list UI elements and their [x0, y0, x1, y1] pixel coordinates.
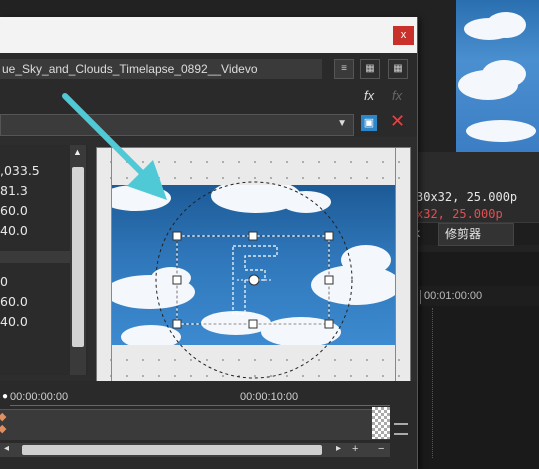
media-format-text-alt: x32, 25.000p	[416, 207, 503, 221]
ruler-baseline	[10, 405, 390, 406]
grid-icon: ▦	[365, 63, 375, 74]
param-value[interactable]: 40.0	[0, 312, 70, 332]
timeline-scrollbar[interactable]: ◂ ▸	[0, 443, 390, 457]
ruler-mid-time: 00:00:10:00	[240, 391, 299, 403]
video-thumbnail[interactable]	[456, 0, 539, 152]
keyframe-marker[interactable]: ◆	[0, 422, 6, 435]
param-value[interactable]: 40.0	[0, 221, 70, 241]
handle-bm	[248, 319, 258, 329]
ruler-time-label: 00:01:00:00	[424, 290, 483, 302]
grid-view-button[interactable]: ▦	[360, 59, 380, 79]
media-file-name: ue_Sky_and_Clouds_Timelapse_0892__Videvo	[0, 59, 322, 79]
save-preset-icon[interactable]: ▣	[361, 115, 377, 131]
keyframe-ruler[interactable]: ● 00:00:00:00 00:00:10:00	[0, 387, 390, 409]
list-icon: ≡	[341, 63, 347, 74]
track-menu-icon[interactable]	[394, 423, 408, 435]
param-group-header[interactable]	[0, 251, 70, 263]
callout-arrow-icon	[62, 93, 167, 200]
keyframe-track[interactable]: ◆ ◆	[0, 409, 390, 440]
file-row: ue_Sky_and_Clouds_Timelapse_0892__Videvo…	[0, 53, 417, 85]
scrollbar-thumb[interactable]	[22, 445, 322, 455]
pan-crop-dialog: x ue_Sky_and_Clouds_Timelapse_0892__Vide…	[0, 17, 418, 469]
handle-tl	[172, 231, 182, 241]
zoom-in-button[interactable]: +	[352, 443, 358, 455]
chevron-down-icon: ▼	[337, 118, 347, 129]
param-value[interactable]: 0	[0, 272, 70, 292]
scroll-left-icon[interactable]: ◂	[4, 443, 9, 454]
close-button[interactable]: x	[393, 26, 414, 45]
handle-mr	[324, 275, 334, 285]
panel-tab-strip: k 修剪器	[412, 222, 539, 246]
list-view-button[interactable]: ≡	[334, 59, 354, 79]
scroll-right-icon[interactable]: ▸	[336, 443, 341, 454]
handle-tm	[248, 231, 258, 241]
cursor-marker[interactable]: ●	[2, 391, 8, 402]
track-end-pattern	[372, 407, 390, 439]
param-value[interactable]: 60.0	[0, 292, 70, 312]
handle-bl	[172, 319, 182, 329]
handle-br	[324, 319, 334, 329]
main-timeline: 00:01:00:00	[412, 252, 539, 469]
timeline-ruler[interactable]: 00:01:00:00	[412, 286, 539, 306]
ruler-tick	[420, 290, 421, 304]
tiles-icon: ▦	[393, 63, 403, 74]
center-handle	[248, 274, 260, 286]
media-format-text: 30x32, 25.000p	[416, 190, 518, 204]
timeline-gridline	[432, 308, 434, 458]
delete-preset-icon[interactable]: ✕	[390, 111, 405, 132]
keyframe-timeline: ● 00:00:00:00 00:00:10:00 ◆ ◆ ◂ ▸ + −	[0, 381, 417, 469]
handle-tr	[324, 231, 334, 241]
fx-disabled-icon[interactable]: fx	[392, 88, 402, 103]
tab-trimmer[interactable]: 修剪器	[438, 223, 514, 246]
ruler-start-time: 00:00:00:00	[10, 391, 69, 403]
handle-ml	[172, 275, 182, 285]
dialog-titlebar[interactable]: x	[0, 17, 417, 53]
tiles-view-button[interactable]: ▦	[388, 59, 408, 79]
zoom-out-button[interactable]: −	[378, 443, 384, 455]
fx-icon[interactable]: fx	[364, 88, 374, 103]
